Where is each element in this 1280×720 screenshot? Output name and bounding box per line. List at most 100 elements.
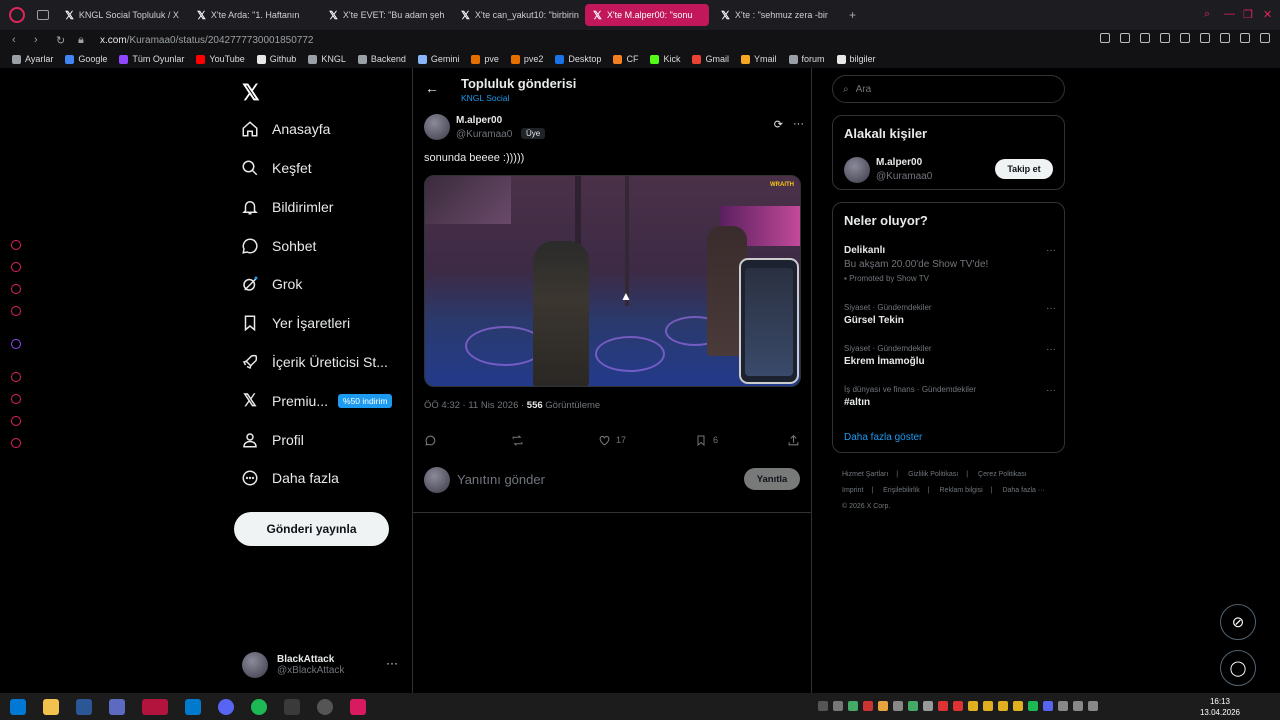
bookmark-item[interactable]: KNGL (308, 54, 346, 64)
author-handle[interactable]: @Kuramaa0 (456, 129, 512, 140)
author-name[interactable]: M.alper00 (456, 115, 502, 126)
extension-icon[interactable] (1120, 33, 1130, 43)
tray-icon[interactable] (848, 701, 858, 711)
file-explorer-icon[interactable] (43, 698, 59, 715)
nav-item-bookmarks[interactable]: Yer İşaretleri (241, 304, 416, 342)
footer-link[interactable]: Reklam bilgisi (940, 487, 983, 494)
bookmark-item[interactable]: Gemini (417, 54, 459, 64)
bookmark-item[interactable]: bilgiler (836, 54, 876, 64)
bookmark-item[interactable]: Gmail (692, 54, 729, 64)
url-field[interactable]: x.com/Kuramaa0/status/204277773000185077… (100, 35, 314, 46)
tray-icon[interactable] (998, 701, 1008, 711)
tray-icon[interactable] (893, 701, 903, 711)
app-icon[interactable] (284, 698, 300, 715)
bookmark-item[interactable]: forum (788, 54, 825, 64)
messages-float-button[interactable]: ◯ (1220, 650, 1256, 686)
reload-icon[interactable]: ↻ (56, 34, 66, 47)
bookmark-heart-icon[interactable] (1180, 33, 1190, 43)
opera-icon[interactable] (350, 698, 366, 715)
app-icon[interactable] (317, 698, 333, 715)
sidebar-app-icon[interactable] (11, 284, 21, 294)
sidebar-app-icon[interactable] (11, 306, 21, 316)
ai-icon[interactable] (1240, 33, 1250, 43)
nav-item-creator-studio[interactable]: İçerik Üreticisi St... (241, 343, 416, 381)
trend-item[interactable]: İş dünyası ve finans · Gündemdekiler #al… (844, 385, 1056, 408)
opera-logo-icon[interactable] (9, 7, 25, 23)
footer-link[interactable]: Çerez Politikası (978, 471, 1027, 478)
share-action[interactable] (787, 434, 800, 447)
show-more-link[interactable]: Daha fazla göster (844, 432, 922, 443)
minimize-button[interactable]: — (1224, 8, 1235, 20)
bookmark-action[interactable]: 6 (695, 434, 718, 447)
sidebar-app-icon[interactable] (11, 372, 21, 382)
nav-item-more[interactable]: Daha fazla (241, 459, 416, 497)
avatar[interactable] (424, 114, 450, 140)
twitch-icon[interactable] (11, 339, 21, 349)
app-icon[interactable] (142, 698, 168, 715)
bookmark-item[interactable]: Desktop (555, 54, 601, 64)
grok-icon[interactable]: ⟳ (774, 118, 783, 131)
more-icon[interactable]: ··· (386, 656, 398, 670)
bookmark-item[interactable]: pve (471, 54, 499, 64)
wifi-icon[interactable] (1073, 701, 1083, 711)
bookmark-item[interactable]: Ayarlar (12, 54, 53, 64)
account-switcher[interactable]: BlackAttack @xBlackAttack ··· (242, 648, 412, 682)
extension-icon[interactable] (1200, 33, 1210, 43)
grok-float-button[interactable]: ⊘ (1220, 604, 1256, 640)
related-name[interactable]: M.alper00 (876, 157, 922, 168)
sidebar-app-icon[interactable] (11, 416, 21, 426)
nav-item-profile[interactable]: Profil (241, 421, 416, 459)
bookmark-item[interactable]: Google (65, 54, 107, 64)
taskbar-clock[interactable]: 16:13 13.04.2026 (1200, 696, 1240, 718)
spotify-icon[interactable] (251, 698, 267, 715)
nav-item-notifications[interactable]: Bildirimler (241, 188, 416, 226)
browser-tab[interactable]: 𝕏 X'te can_yakut10: "birbirin (453, 4, 581, 26)
tray-icon[interactable] (878, 701, 888, 711)
tray-icon[interactable] (863, 701, 873, 711)
app-icon[interactable] (76, 698, 92, 715)
follow-button[interactable]: Takip et (995, 159, 1053, 179)
bookmark-item[interactable]: Backend (357, 54, 406, 64)
community-link[interactable]: KNGL Social (461, 93, 509, 103)
vscode-icon[interactable] (185, 698, 201, 715)
bookmark-item[interactable]: CF (613, 54, 638, 64)
footer-link[interactable]: Daha fazla ··· (1002, 487, 1044, 494)
footer-link[interactable]: Gizlilik Politikası (908, 471, 958, 478)
sidebar-app-icon[interactable] (11, 262, 21, 272)
reply-button[interactable]: Yanıtla (744, 468, 800, 490)
new-tab-button[interactable]: + (849, 8, 856, 22)
nav-item-chat[interactable]: Sohbet (241, 227, 416, 265)
footer-link[interactable]: Erişilebilirlik (883, 487, 920, 494)
windows-start-icon[interactable] (10, 698, 26, 715)
sidebar-app-icon[interactable] (11, 240, 21, 250)
like-action[interactable]: 17 (598, 434, 626, 447)
post-button[interactable]: Gönderi yayınla (234, 512, 389, 546)
more-icon[interactable]: ··· (1046, 303, 1056, 314)
more-icon[interactable]: ··· (793, 118, 804, 131)
bookmark-item[interactable]: YouTube (196, 54, 245, 64)
browser-tab[interactable]: 𝕏 X'te : "sehmuz zera -bir (713, 4, 841, 26)
bookmark-item[interactable]: pve2 (510, 54, 543, 64)
tray-icon[interactable] (833, 701, 843, 711)
post-video[interactable]: WRAITH ▲ (424, 175, 801, 387)
tray-icon[interactable] (1043, 701, 1053, 711)
tray-icon[interactable] (953, 701, 963, 711)
back-nav-icon[interactable]: ‹ (12, 34, 22, 46)
trend-item[interactable]: Siyaset · Gündemdekiler Ekrem İmamoğlu ·… (844, 344, 1056, 367)
repost-action[interactable] (511, 434, 529, 447)
post-timestamp[interactable]: ÖÖ 4:32 · 11 Nis 2026 · (424, 400, 527, 411)
bookmark-item[interactable]: Kick (650, 54, 680, 64)
tray-icon[interactable] (923, 701, 933, 711)
avatar[interactable] (844, 157, 870, 183)
tray-icon[interactable] (983, 701, 993, 711)
footer-link[interactable]: Imprint (842, 487, 863, 494)
more-icon[interactable]: ··· (1046, 245, 1056, 256)
footer-link[interactable]: Hizmet Şartları (842, 471, 888, 478)
extension-icon[interactable] (1100, 33, 1110, 43)
tray-icon[interactable] (968, 701, 978, 711)
x-home-logo-icon[interactable]: 𝕏 (242, 80, 260, 106)
browser-tab-active[interactable]: 𝕏 X'te M.alper00: "sonu (585, 4, 709, 26)
bookmark-item[interactable]: Ymail (740, 54, 777, 64)
nav-item-premium[interactable]: 𝕏 Premiu... %50 indirim (241, 382, 416, 420)
tray-icon[interactable] (908, 701, 918, 711)
